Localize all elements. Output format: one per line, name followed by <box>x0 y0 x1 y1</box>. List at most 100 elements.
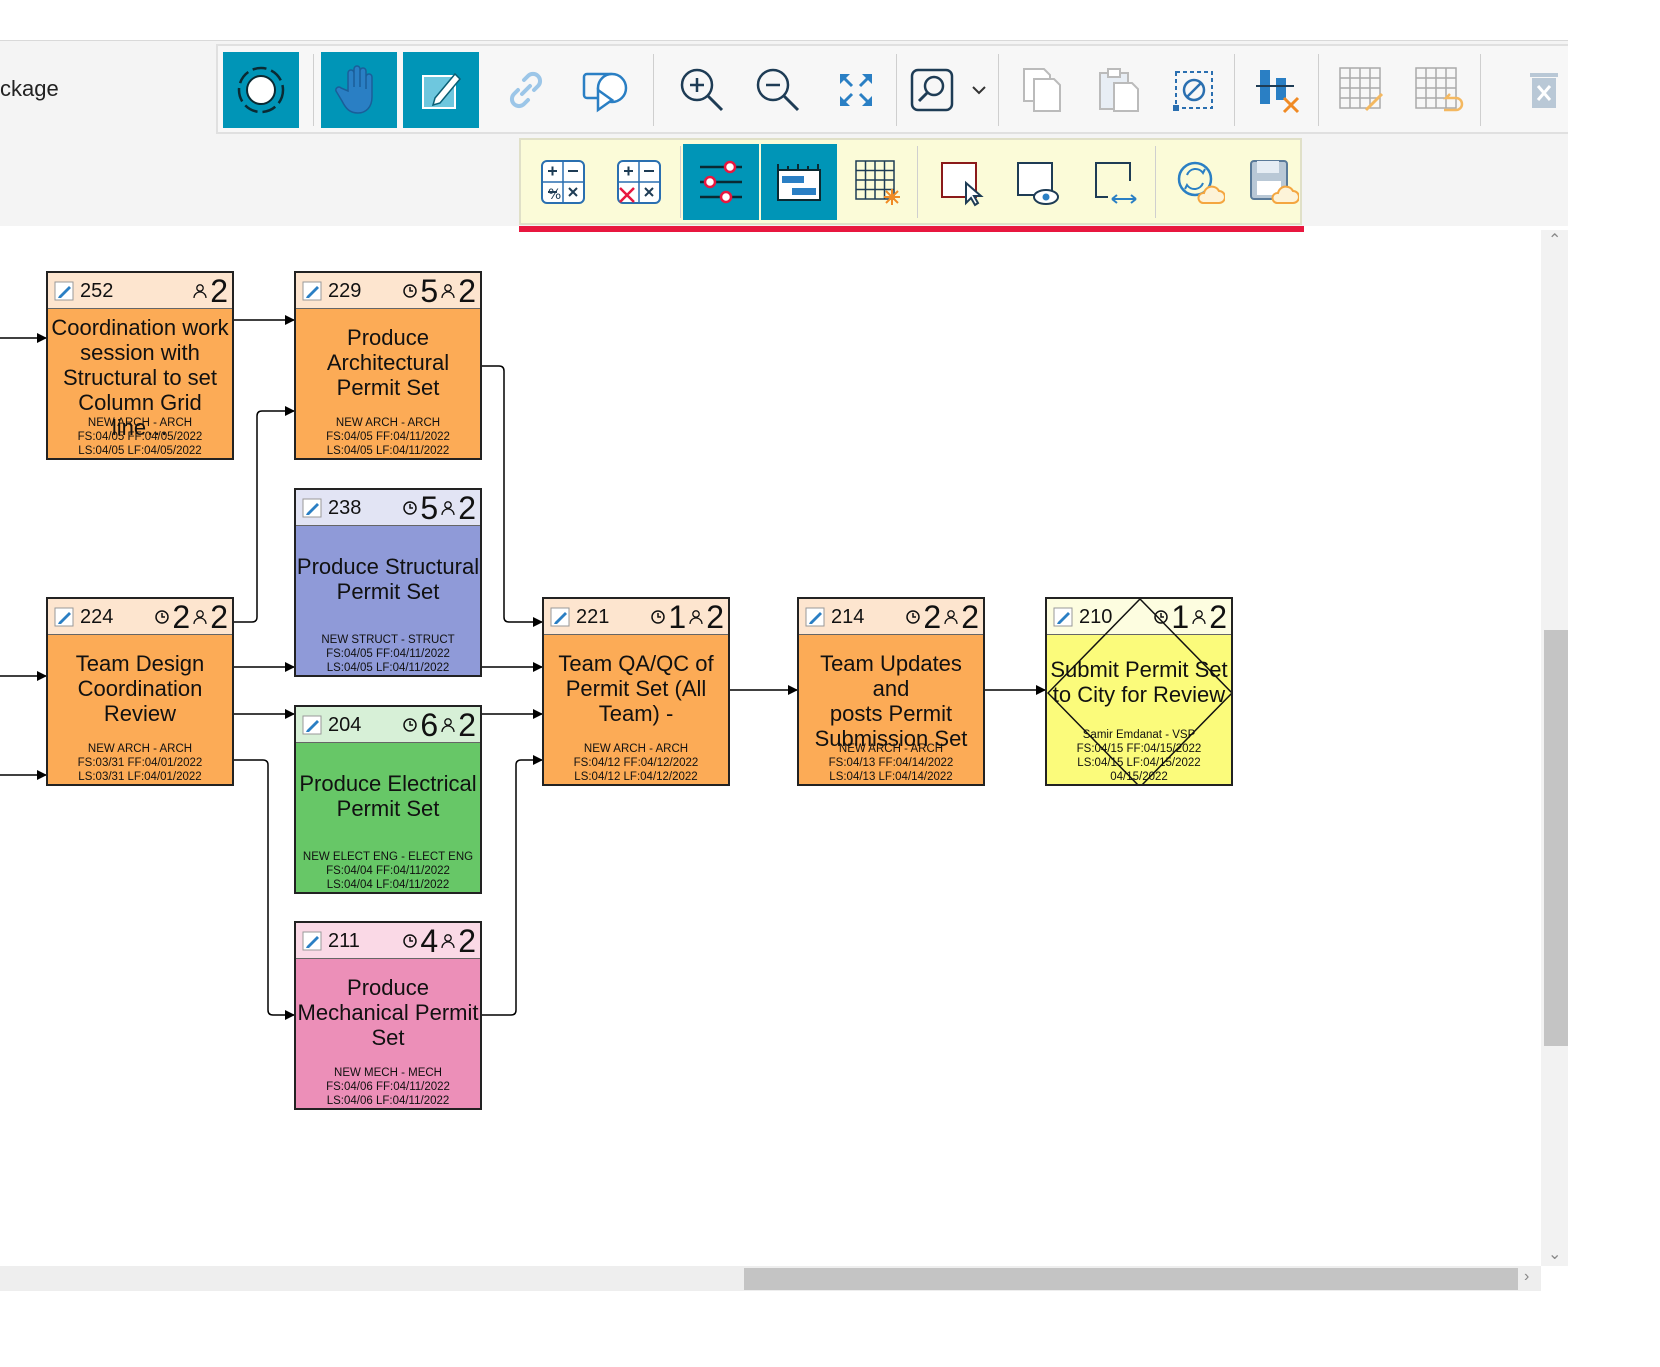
node-meta-line: LS:04/05 LF:04/05/2022 <box>78 445 202 457</box>
node-meta-line: LS:04/05 LF:04/11/2022 <box>326 445 450 457</box>
node-duration: 5 <box>420 273 439 309</box>
person-icon <box>441 718 455 733</box>
connector-224-211 <box>234 759 295 1020</box>
node-header: 210 1 2 <box>1047 599 1231 635</box>
node-title: Produce Architectural Permit Set <box>296 325 480 400</box>
node-id: 224 <box>80 606 114 628</box>
activity-node-252[interactable]: 252 2 Coordination work session with Structu… <box>46 271 234 460</box>
node-meta-line: NEW ARCH - ARCH <box>87 743 193 755</box>
node-resources: 2 <box>458 490 476 526</box>
node-stats: 12 <box>1153 599 1227 635</box>
node-resources: 2 <box>458 273 476 309</box>
node-meta-line: FS:04/06 FF:04/11/2022 <box>326 1081 450 1093</box>
scroll-down-arrow[interactable]: ⌄ <box>1548 1244 1561 1264</box>
node-duration: 5 <box>420 490 439 526</box>
horizontal-scroll-thumb[interactable] <box>744 1268 1518 1290</box>
connector-224-229 <box>234 406 295 623</box>
node-title: Team Updates and posts Permit Submission S… <box>799 651 983 751</box>
node-resources: 2 <box>210 273 228 309</box>
activity-node-221[interactable]: 221 1 2 Team QA/QC of Permit Set (All Team) -… <box>542 597 730 786</box>
node-resources: 2 <box>458 923 476 959</box>
node-header: 224 2 2 <box>48 599 232 635</box>
activity-node-210[interactable]: 210 1 2 Submit Permit Set to City for Review… <box>1045 597 1233 786</box>
node-meta: NEW ARCH - ARCH FS:04/05 FF:04/11/2022 LS:… <box>296 416 480 458</box>
node-title: Produce Mechanical Permit Set <box>296 975 480 1050</box>
scroll-up-arrow[interactable]: ⌃ <box>1548 230 1561 250</box>
node-title-line: Mechanical Permit <box>297 1000 479 1025</box>
node-title-line: Team) - <box>598 701 674 726</box>
node-stats: 52 <box>402 273 476 309</box>
node-title: Produce Structural Permit Set <box>296 554 480 604</box>
activity-node-204[interactable]: 204 6 2 Produce Electrical Permit Set NEW ELE… <box>294 705 482 894</box>
person-icon <box>441 501 455 516</box>
activity-node-238[interactable]: 238 5 2 Produce Structural Permit Set NEW STR… <box>294 488 482 677</box>
edit-node-icon[interactable] <box>54 281 74 301</box>
node-title-line: Permit Set <box>336 375 440 400</box>
node-resources: 2 <box>1209 599 1227 635</box>
edit-node-icon[interactable] <box>54 607 74 627</box>
vertical-scroll-thumb[interactable] <box>1544 630 1568 1046</box>
node-meta: NEW MECH - MECH FS:04/06 FF:04/11/2022 LS:… <box>296 1066 480 1108</box>
node-header: 211 4 2 <box>296 923 480 959</box>
node-meta-line: FS:04/05 FF:04/05/2022 <box>77 431 203 443</box>
edit-node-icon[interactable] <box>1053 607 1073 627</box>
edit-node-icon[interactable] <box>302 715 322 735</box>
node-duration: 2 <box>923 599 942 635</box>
person-icon <box>1192 610 1206 625</box>
node-header: 229 5 2 <box>296 273 480 309</box>
node-header: 214 2 2 <box>799 599 983 635</box>
node-stats: 12 <box>650 599 724 635</box>
node-title: Team Design Coordination Review <box>48 651 232 726</box>
node-meta: NEW ARCH - ARCH FS:03/31 FF:04/01/2022 LS:… <box>48 742 232 784</box>
node-title-line: Team Updates and <box>820 651 962 701</box>
node-title-line: session with <box>80 340 200 365</box>
node-meta-line: NEW MECH - MECH <box>334 1067 442 1079</box>
node-meta-line: Samir Emdanat - VSP <box>1082 729 1196 741</box>
person-icon <box>944 610 958 625</box>
node-meta: NEW ARCH - ARCH FS:04/05 FF:04/05/2022 LS:… <box>48 416 232 458</box>
node-title-line: posts Permit <box>829 701 953 726</box>
node-title-line: Review <box>103 701 177 726</box>
node-meta: NEW ARCH - ARCH FS:04/12 FF:04/12/2022 LS:… <box>544 742 728 784</box>
node-meta-line: NEW ARCH - ARCH <box>838 743 944 755</box>
activity-node-224[interactable]: 224 2 2 Team Design Coordination Review NEW AR… <box>46 597 234 786</box>
node-meta: NEW ARCH - ARCH FS:04/13 FF:04/14/2022 LS:… <box>799 742 983 784</box>
node-header: 252 2 <box>48 273 232 309</box>
activity-node-229[interactable]: 229 5 2 Produce Architectural Permit Set NEW A… <box>294 271 482 460</box>
node-meta-line: NEW ARCH - ARCH <box>87 417 193 429</box>
node-id: 210 <box>1079 606 1113 628</box>
person-icon <box>193 284 207 299</box>
node-title-line: Permit Set <box>336 796 440 821</box>
node-id: 221 <box>576 606 610 628</box>
node-meta-line: LS:04/05 LF:04/11/2022 <box>326 662 450 674</box>
edit-node-icon[interactable] <box>302 281 322 301</box>
node-meta-line: FS:04/04 FF:04/11/2022 <box>326 865 450 877</box>
node-id: 214 <box>831 606 865 628</box>
node-meta-line: NEW STRUCT - STRUCT <box>321 634 455 646</box>
node-header: 238 5 2 <box>296 490 480 526</box>
clock-icon <box>155 610 170 624</box>
scroll-right-arrow[interactable]: › <box>1524 1268 1529 1286</box>
node-stats: 2 <box>192 273 228 309</box>
node-meta-line: LS:03/31 LF:04/01/2022 <box>78 771 202 783</box>
person-icon <box>441 934 455 949</box>
node-title-line: Team Design <box>75 651 205 676</box>
node-id: 211 <box>328 930 360 952</box>
edit-node-icon[interactable] <box>302 498 322 518</box>
edit-node-icon[interactable] <box>550 607 570 627</box>
node-title: Produce Electrical Permit Set <box>296 771 480 821</box>
node-title-line: Structural to set <box>62 365 218 390</box>
node-meta-line: FS:04/05 FF:04/11/2022 <box>326 648 450 660</box>
node-meta-line: NEW ARCH - ARCH <box>583 743 689 755</box>
clock-icon <box>403 718 418 732</box>
node-resources: 2 <box>458 707 476 743</box>
edit-node-icon[interactable] <box>805 607 825 627</box>
node-resources: 2 <box>210 599 228 635</box>
node-resources: 2 <box>706 599 724 635</box>
activity-node-214[interactable]: 214 2 2 Team Updates and posts Permit Submiss… <box>797 597 985 786</box>
edit-node-icon[interactable] <box>302 931 322 951</box>
activity-node-211[interactable]: 211 4 2 Produce Mechanical Permit Set NEW MECH… <box>294 921 482 1110</box>
node-title-line: Produce Electrical <box>299 771 477 796</box>
node-stats: 42 <box>402 923 476 959</box>
node-title-line: Submit Permit Set <box>1050 657 1228 682</box>
